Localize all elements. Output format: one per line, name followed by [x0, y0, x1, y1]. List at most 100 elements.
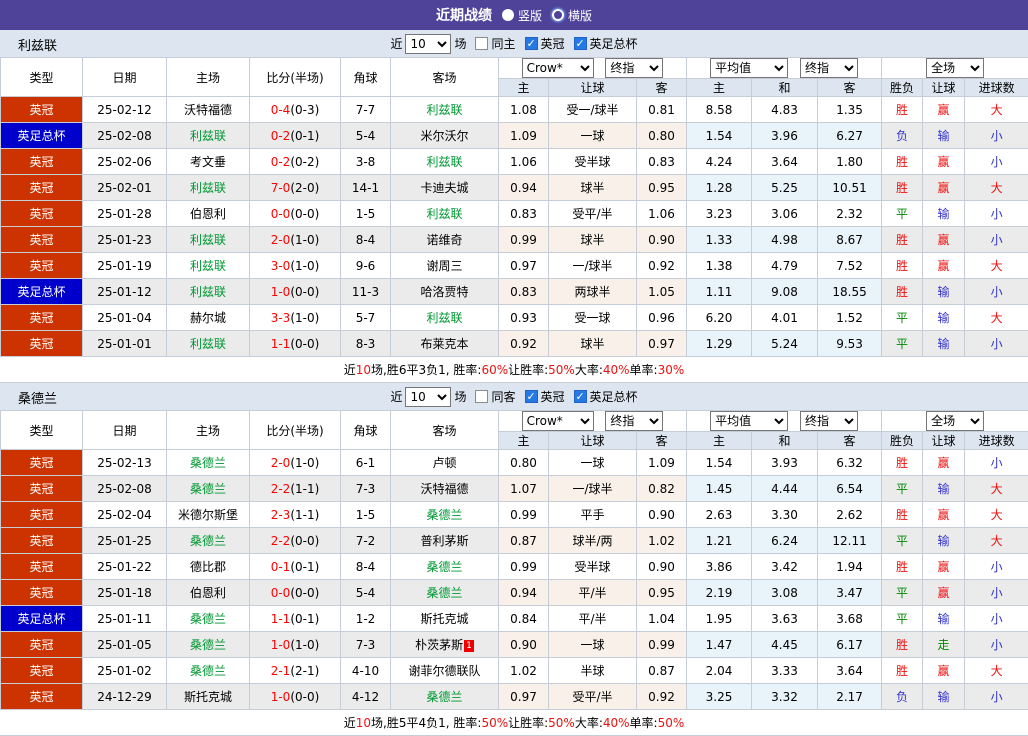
score-halftime: 7-0(2-0) — [250, 175, 341, 201]
same-venue-checkbox[interactable] — [475, 390, 488, 403]
avg-away-odds: 12.11 — [818, 528, 882, 554]
average-time-select[interactable]: 终指 — [800, 58, 858, 78]
away-team: 利兹联 — [391, 97, 499, 123]
layout-option-vertical[interactable]: 竖版 — [502, 7, 542, 24]
table-row: 英冠25-02-12沃特福德0-4(0-3)7-7利兹联1.08受一/球半0.8… — [1, 97, 1028, 123]
corners: 7-7 — [341, 97, 391, 123]
scope-select[interactable]: 全场 — [926, 58, 984, 78]
result-outcome: 平 — [882, 606, 923, 632]
table-row: 英冠25-02-04米德尔斯堡2-3(1-1)1-5桑德兰0.99平手0.902… — [1, 502, 1028, 528]
result-goals: 小 — [965, 201, 1028, 227]
scope-select[interactable]: 全场 — [926, 411, 984, 431]
avg-home-odds: 8.58 — [687, 97, 752, 123]
result-goals: 小 — [965, 606, 1028, 632]
avg-away-odds: 3.47 — [818, 580, 882, 606]
league-checkbox[interactable] — [525, 390, 538, 403]
avg-draw-odds: 4.01 — [752, 305, 818, 331]
subcol-handicap-result: 让球 — [923, 432, 965, 450]
cup-checkbox[interactable] — [574, 37, 587, 50]
team-name: 利兹联 — [18, 35, 57, 54]
match-type-badge: 英冠 — [1, 227, 83, 253]
table-row: 英冠25-02-06考文垂0-2(0-2)3-8利兹联1.06受半球0.834.… — [1, 149, 1028, 175]
odds-company-select[interactable]: Crow* — [522, 411, 594, 431]
league-checkbox[interactable] — [525, 37, 538, 50]
result-handicap: 输 — [923, 684, 965, 710]
team-section-away: 桑德兰 近 10 场 同客 英冠 英足总杯 类型 日期 主场 — [0, 383, 1028, 736]
handicap-line: 一/球半 — [549, 476, 637, 502]
table-row: 英冠25-01-23利兹联2-0(1-0)8-4诺维奇0.99球半0.901.3… — [1, 227, 1028, 253]
home-team: 赫尔城 — [167, 305, 250, 331]
avg-home-odds: 1.54 — [687, 450, 752, 476]
handicap-away-odds: 1.05 — [637, 279, 687, 305]
recent-count-select[interactable]: 10 — [405, 387, 451, 407]
handicap-home-odds: 1.09 — [499, 123, 549, 149]
avg-away-odds: 3.64 — [818, 658, 882, 684]
table-row: 英冠24-12-29斯托克城1-0(0-0)4-12桑德兰0.97受平/半0.9… — [1, 684, 1028, 710]
summary-segment: 单率: — [630, 361, 658, 378]
radio-horizontal-icon[interactable] — [552, 9, 564, 21]
corners: 1-5 — [341, 201, 391, 227]
corners: 9-6 — [341, 253, 391, 279]
cup-checkbox[interactable] — [574, 390, 587, 403]
match-type-badge: 英冠 — [1, 476, 83, 502]
result-outcome: 胜 — [882, 450, 923, 476]
corners: 7-2 — [341, 528, 391, 554]
summary-segment: 场,胜5平4负1, 胜率: — [371, 714, 481, 731]
col-type: 类型 — [1, 411, 83, 450]
avg-draw-odds: 9.08 — [752, 279, 818, 305]
handicap-line: 平/半 — [549, 580, 637, 606]
match-date: 25-02-06 — [83, 149, 167, 175]
average-select[interactable]: 平均值 — [710, 411, 788, 431]
handicap-away-odds: 1.04 — [637, 606, 687, 632]
result-goals: 大 — [965, 528, 1028, 554]
score-halftime: 0-4(0-3) — [250, 97, 341, 123]
avg-home-odds: 2.04 — [687, 658, 752, 684]
subcol-goals: 进球数 — [965, 432, 1028, 450]
match-type-badge: 英冠 — [1, 305, 83, 331]
filter-controls: 近 10 场 同主 英冠 英足总杯 — [390, 34, 637, 54]
radio-vertical-icon[interactable] — [502, 9, 514, 21]
handicap-line: 两球半 — [549, 279, 637, 305]
result-goals: 小 — [965, 684, 1028, 710]
page-title: 近期战绩 — [436, 5, 492, 25]
avg-away-odds: 8.67 — [818, 227, 882, 253]
home-team: 伯恩利 — [167, 201, 250, 227]
avg-away-odds: 1.52 — [818, 305, 882, 331]
average-time-select[interactable]: 终指 — [800, 411, 858, 431]
cup-label: 英足总杯 — [590, 388, 638, 405]
corners: 7-3 — [341, 476, 391, 502]
table-row: 英冠25-02-08桑德兰2-2(1-1)7-3沃特福德1.07一/球半0.82… — [1, 476, 1028, 502]
corners: 4-12 — [341, 684, 391, 710]
summary-segment: 大率: — [575, 361, 603, 378]
result-goals: 小 — [965, 123, 1028, 149]
away-team: 卢顿 — [391, 450, 499, 476]
avg-draw-odds: 4.44 — [752, 476, 818, 502]
col-type: 类型 — [1, 58, 83, 97]
recent-count-select[interactable]: 10 — [405, 34, 451, 54]
result-outcome: 胜 — [882, 632, 923, 658]
away-team: 利兹联 — [391, 149, 499, 175]
subcol-handicap-home: 主 — [499, 79, 549, 97]
layout-option-horizontal[interactable]: 横版 — [552, 7, 592, 24]
table-row: 英足总杯25-02-08利兹联0-2(0-1)5-4米尔沃尔1.09一球0.80… — [1, 123, 1028, 149]
match-date: 25-01-28 — [83, 201, 167, 227]
result-outcome: 胜 — [882, 554, 923, 580]
avg-draw-odds: 4.79 — [752, 253, 818, 279]
handicap-home-odds: 1.06 — [499, 149, 549, 175]
subcol-handicap-result: 让球 — [923, 79, 965, 97]
summary-row: 近10场,胜5平4负1, 胜率:50% 让胜率:50% 大率:40% 单率:50… — [0, 710, 1028, 736]
handicap-away-odds: 0.87 — [637, 658, 687, 684]
same-venue-checkbox[interactable] — [475, 37, 488, 50]
average-select[interactable]: 平均值 — [710, 58, 788, 78]
result-goals: 小 — [965, 331, 1028, 357]
odds-company-select[interactable]: Crow* — [522, 58, 594, 78]
odds-time-select[interactable]: 终指 — [605, 411, 663, 431]
match-type-badge: 英足总杯 — [1, 123, 83, 149]
handicap-line: 受半球 — [549, 554, 637, 580]
handicap-line: 受平/半 — [549, 201, 637, 227]
corners: 8-3 — [341, 331, 391, 357]
corners: 6-1 — [341, 450, 391, 476]
summary-segment: 近 — [344, 361, 356, 378]
odds-time-select[interactable]: 终指 — [605, 58, 663, 78]
result-outcome: 平 — [882, 528, 923, 554]
